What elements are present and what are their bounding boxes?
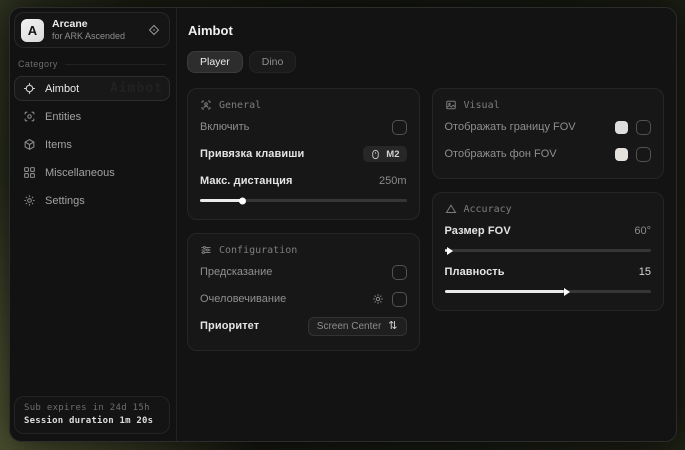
priority-dropdown[interactable]: Screen Center ⇅: [308, 317, 407, 336]
sidebar-item-miscellaneous[interactable]: Miscellaneous: [14, 160, 170, 185]
card-general: General Включить Привязка клавиши: [187, 88, 420, 220]
app-window: A Arcane for ARK Ascended Category: [9, 7, 677, 442]
updown-arrows-icon: ⇅: [388, 321, 397, 332]
tab-player[interactable]: Player: [187, 51, 243, 73]
prediction-label: Предсказание: [200, 266, 272, 278]
card-visual: Visual Отображать границу FOV Отображать…: [432, 88, 665, 179]
sub-expires-text: Sub expires in 24d 15h: [24, 403, 160, 413]
fov-border-label: Отображать границу FOV: [445, 121, 576, 133]
card-accuracy: Accuracy Размер FOV 60° Плавность 15: [432, 192, 665, 311]
sidebar-item-aimbot[interactable]: Aimbot Aimbot: [14, 76, 170, 101]
fov-bg-label: Отображать фон FOV: [445, 148, 557, 160]
card-title: General: [219, 100, 261, 111]
card-title: Configuration: [219, 245, 297, 256]
card-title: Visual: [464, 100, 500, 111]
category-header: Category: [18, 59, 166, 69]
tune-sliders-icon: [200, 244, 212, 256]
keybind-value: M2: [386, 149, 399, 160]
target-icon[interactable]: [148, 24, 160, 36]
fov-border-color-swatch[interactable]: [615, 121, 628, 134]
fov-size-value: 60°: [634, 225, 651, 237]
smoothness-slider[interactable]: [445, 290, 652, 293]
sidebar-item-label: Entities: [45, 111, 81, 123]
app-subtitle: for ARK Ascended: [52, 31, 125, 42]
sidebar-item-settings[interactable]: Settings: [14, 188, 170, 213]
humanize-label: Очеловечивание: [200, 293, 286, 305]
max-distance-slider[interactable]: [200, 199, 407, 202]
card-configuration: Configuration Предсказание Очеловечивани…: [187, 233, 420, 351]
grid-icon: [23, 166, 36, 179]
priority-value: Screen Center: [317, 321, 381, 332]
image-frame-icon: [445, 99, 457, 111]
sidebar-nav: Aimbot Aimbot Entities Items: [14, 76, 170, 213]
enable-checkbox[interactable]: [392, 120, 407, 135]
brand-header: A Arcane for ARK Ascended: [14, 12, 170, 48]
fov-border-checkbox[interactable]: [636, 120, 651, 135]
sidebar-item-entities[interactable]: Entities: [14, 104, 170, 129]
priority-label: Приоритет: [200, 320, 259, 332]
session-info: Sub expires in 24d 15h Session duration …: [14, 396, 170, 434]
humanize-settings-icon[interactable]: [372, 293, 384, 305]
tab-bar: Player Dino: [187, 51, 664, 73]
main-content: Aimbot Player Dino General: [177, 8, 676, 441]
sidebar-item-label: Aimbot: [45, 83, 79, 95]
fov-bg-color-swatch[interactable]: [615, 148, 628, 161]
sidebar-item-items[interactable]: Items: [14, 132, 170, 157]
category-label: Category: [18, 59, 58, 69]
fov-size-label: Размер FOV: [445, 225, 511, 237]
triangle-icon: [445, 203, 457, 215]
fov-size-slider[interactable]: [445, 249, 652, 252]
sidebar-item-label: Items: [45, 139, 72, 151]
sidebar-item-label: Settings: [45, 195, 85, 207]
sidebar: A Arcane for ARK Ascended Category: [10, 8, 177, 441]
humanize-checkbox[interactable]: [392, 292, 407, 307]
max-distance-value: 250m: [379, 175, 407, 187]
smoothness-label: Плавность: [445, 266, 505, 278]
enable-label: Включить: [200, 121, 249, 133]
card-title: Accuracy: [464, 204, 512, 215]
scan-target-icon: [23, 110, 36, 123]
keybind-button[interactable]: M2: [363, 146, 406, 162]
gear-icon: [23, 194, 36, 207]
divider: [65, 64, 166, 65]
fov-bg-checkbox[interactable]: [636, 147, 651, 162]
max-distance-label: Макс. дистанция: [200, 175, 292, 187]
app-title: Arcane: [52, 18, 125, 31]
person-focus-icon: [200, 99, 212, 111]
tab-dino[interactable]: Dino: [249, 51, 297, 73]
sidebar-item-label: Miscellaneous: [45, 167, 115, 179]
page-title: Aimbot: [188, 23, 664, 38]
keybind-label: Привязка клавиши: [200, 148, 304, 160]
session-duration-text: Session duration 1m 20s: [24, 416, 160, 426]
smoothness-value: 15: [639, 266, 651, 278]
app-logo: A: [21, 19, 44, 42]
crosshair-icon: [23, 82, 36, 95]
active-item-watermark: Aimbot: [110, 81, 163, 96]
mouse-icon: [370, 149, 381, 160]
prediction-checkbox[interactable]: [392, 265, 407, 280]
cube-icon: [23, 138, 36, 151]
